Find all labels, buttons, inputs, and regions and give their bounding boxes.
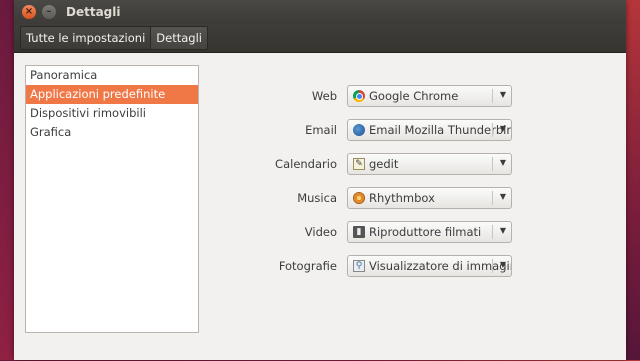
minimize-icon: –	[46, 6, 52, 17]
web-app-select[interactable]: Google Chrome ▼	[347, 85, 512, 107]
minimize-button[interactable]: –	[42, 5, 56, 19]
calendar-label: Calendario	[275, 157, 337, 171]
chrome-icon	[353, 90, 365, 102]
sidebar-item-overview[interactable]: Panoramica	[26, 66, 198, 85]
close-icon: ×	[24, 6, 34, 17]
photos-label: Fotografie	[278, 259, 337, 273]
chevron-down-icon: ▼	[499, 158, 506, 167]
form-row-music: Musica Rhythmbox ▼	[244, 181, 512, 215]
image-viewer-icon: ⚲	[353, 260, 365, 272]
sidebar-item-default-applications[interactable]: Applicazioni predefinite	[26, 85, 198, 104]
calendar-app-select[interactable]: ✎ gedit ▼	[347, 153, 512, 175]
chevron-down-icon: ▼	[499, 124, 506, 133]
chevron-down-icon: ▼	[499, 226, 506, 235]
email-label: Email	[305, 123, 337, 137]
form-row-video: Video ▮ Riproduttore filmati ▼	[244, 215, 512, 249]
sidebar-item-removable-media[interactable]: Dispositivi rimovibili	[26, 104, 198, 123]
form-row-email: Email Email Mozilla Thunderbird ▼	[244, 113, 512, 147]
main-content: Panoramica Applicazioni predefinite Disp…	[14, 53, 626, 361]
email-app-select[interactable]: Email Mozilla Thunderbird ▼	[347, 119, 512, 141]
video-app-value: Riproduttore filmati	[369, 225, 482, 239]
sidebar-item-graphics[interactable]: Grafica	[26, 123, 198, 142]
email-app-value: Email Mozilla Thunderbird	[369, 123, 511, 137]
form-row-web: Web Google Chrome ▼	[244, 79, 512, 113]
video-label: Video	[304, 225, 337, 239]
web-app-value: Google Chrome	[369, 89, 459, 103]
breadcrumb-all-settings[interactable]: Tutte le impostazioni	[20, 26, 152, 50]
chevron-down-icon: ▼	[499, 90, 506, 99]
music-label: Musica	[297, 191, 337, 205]
breadcrumb: Tutte le impostazioni Dettagli	[14, 24, 626, 53]
title-bar: × – Dettagli	[14, 0, 626, 24]
settings-window: × – Dettagli Tutte le impostazioni Detta…	[14, 0, 626, 360]
form-row-photos: Fotografie ⚲ Visualizzatore di immagini …	[244, 249, 512, 283]
music-app-value: Rhythmbox	[369, 191, 435, 205]
video-app-select[interactable]: ▮ Riproduttore filmati ▼	[347, 221, 512, 243]
gedit-icon: ✎	[353, 158, 365, 170]
music-app-select[interactable]: Rhythmbox ▼	[347, 187, 512, 209]
chevron-down-icon: ▼	[499, 192, 506, 201]
breadcrumb-details[interactable]: Dettagli	[151, 26, 208, 50]
default-apps-form: Web Google Chrome ▼ Email Email Mozilla …	[244, 79, 512, 283]
calendar-app-value: gedit	[369, 157, 399, 171]
movie-player-icon: ▮	[353, 226, 365, 238]
photos-app-value: Visualizzatore di immagini	[369, 259, 511, 273]
window-title: Dettagli	[66, 5, 121, 19]
web-label: Web	[311, 89, 337, 103]
form-row-calendar: Calendario ✎ gedit ▼	[244, 147, 512, 181]
sidebar: Panoramica Applicazioni predefinite Disp…	[25, 65, 199, 333]
photos-app-select[interactable]: ⚲ Visualizzatore di immagini ▼	[347, 255, 512, 277]
rhythmbox-icon	[353, 192, 365, 204]
chevron-down-icon: ▼	[499, 260, 506, 269]
close-button[interactable]: ×	[22, 5, 36, 19]
thunderbird-icon	[353, 124, 365, 136]
